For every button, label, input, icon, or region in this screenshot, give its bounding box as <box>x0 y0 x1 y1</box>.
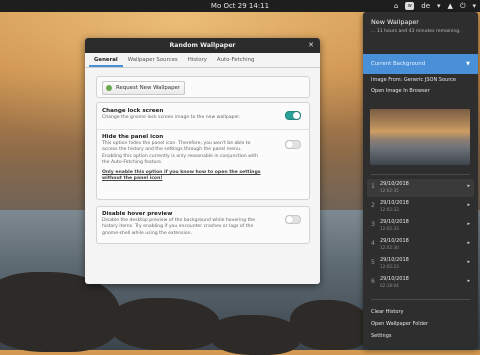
history-item[interactable]: 6 29/10/2018 02:18:04 ▸ <box>367 274 474 292</box>
chevron-right-icon: ▸ <box>467 259 470 265</box>
chevron-right-icon: ▸ <box>467 183 470 189</box>
chevron-down-icon[interactable]: ▾ <box>472 2 476 10</box>
wallpaper-indicator-icon[interactable]: w <box>405 2 415 10</box>
request-button-label: Request New Wallpaper <box>116 85 181 91</box>
settings-card: Change lock screen Change the gnome lock… <box>96 102 310 200</box>
setting-hide-panel-icon: Hide the panel icon This option hides th… <box>102 134 262 182</box>
remaining-time: ... 11 hours and 43 minutes remaining. <box>371 29 461 34</box>
tab-general[interactable]: General <box>89 53 123 67</box>
chevron-right-icon: ▸ <box>467 202 470 208</box>
chevron-right-icon: ▸ <box>467 221 470 227</box>
request-card: Request New Wallpaper <box>96 76 310 98</box>
history-item[interactable]: 1 29/10/2018 12:02:35 ▸ <box>367 179 474 197</box>
image-source: Image From: Generic JSON Source <box>371 77 456 83</box>
new-wallpaper-item[interactable]: New Wallpaper <box>371 18 419 26</box>
wallpaper-panel-menu: New Wallpaper ... 11 hours and 43 minute… <box>363 12 478 348</box>
history-item[interactable]: 3 29/10/2018 12:02:33 ▸ <box>367 217 474 235</box>
refresh-icon <box>106 85 112 91</box>
setting-disable-hover-preview: Disable hover preview Disable the deskto… <box>102 211 262 237</box>
history-item[interactable]: 2 29/10/2018 12:02:33 ▸ <box>367 198 474 216</box>
close-icon[interactable]: ✕ <box>308 38 314 53</box>
rock <box>290 300 370 350</box>
system-tray: ⌂ w de ▾ ▲ ⏻ ▾ <box>394 0 476 12</box>
hover-card: Disable hover preview Disable the deskto… <box>96 206 310 244</box>
history-item[interactable]: 4 29/10/2018 12:02:30 ▸ <box>367 236 474 254</box>
chevron-right-icon: ▸ <box>467 278 470 284</box>
divider <box>371 174 470 175</box>
open-wallpaper-folder-item[interactable]: Open Wallpaper Folder <box>371 321 428 327</box>
chevron-down-icon[interactable]: ▾ <box>437 2 441 10</box>
setting-lock-screen: Change lock screen Change the gnome lock… <box>102 108 262 121</box>
chevron-down-icon: ▼ <box>466 61 470 67</box>
request-new-wallpaper-button[interactable]: Request New Wallpaper <box>102 81 186 95</box>
setting-title: Hide the panel icon <box>102 134 164 140</box>
open-in-browser-item[interactable]: Open Image In Browser <box>371 88 430 94</box>
rock <box>210 315 300 355</box>
setting-description: Disable the desktop preview of the backg… <box>102 218 256 236</box>
rock <box>110 298 220 350</box>
network-icon[interactable]: ▲ <box>448 2 453 10</box>
setting-description: Change the gnome lock screen image to th… <box>102 115 241 120</box>
settings-item[interactable]: Settings <box>371 333 392 339</box>
lock-screen-toggle[interactable] <box>285 111 301 120</box>
top-bar: Mo Oct 29 14:11 ⌂ w de ▾ ▲ ⏻ ▾ <box>0 0 480 12</box>
window-titlebar[interactable]: Random Wallpaper ✕ <box>85 38 320 53</box>
tab-auto-fetching[interactable]: Auto-Fetching <box>212 53 260 67</box>
divider <box>371 299 470 300</box>
clear-history-item[interactable]: Clear History <box>371 309 403 315</box>
setting-description: This option hides the panel icon. Theref… <box>102 141 258 166</box>
wallpaper-thumbnail <box>370 109 470 165</box>
keyboard-layout[interactable]: de <box>421 2 430 10</box>
current-background-item[interactable]: Current Background ▼ <box>363 54 478 74</box>
tab-wallpaper-sources[interactable]: Wallpaper Sources <box>123 53 183 67</box>
hide-panel-icon-toggle[interactable] <box>285 140 301 149</box>
history-item[interactable]: 5 29/10/2018 12:02:23 ▸ <box>367 255 474 273</box>
chevron-right-icon: ▸ <box>467 240 470 246</box>
tab-history[interactable]: History <box>183 53 212 67</box>
divider <box>97 129 309 130</box>
window-title: Random Wallpaper <box>169 42 236 49</box>
power-icon[interactable]: ⏻ <box>460 2 466 11</box>
setting-title: Disable hover preview <box>102 211 173 217</box>
setting-title: Change lock screen <box>102 108 164 114</box>
tab-bar: General Wallpaper Sources History Auto-F… <box>85 53 320 68</box>
disable-hover-preview-toggle[interactable] <box>285 215 301 224</box>
current-background-label: Current Background <box>371 61 426 67</box>
setting-warning: Only enable this option if you know how … <box>102 169 261 182</box>
settings-window: Random Wallpaper ✕ General Wallpaper Sou… <box>85 38 320 284</box>
home-icon[interactable]: ⌂ <box>394 2 398 10</box>
